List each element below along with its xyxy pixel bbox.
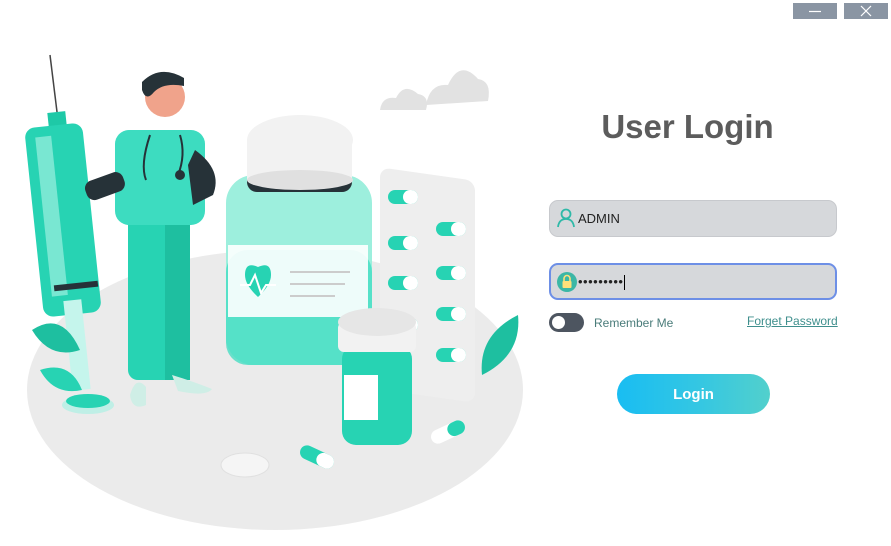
medical-illustration (25, 54, 523, 530)
login-button[interactable]: Login (617, 374, 770, 414)
minimize-icon (809, 10, 821, 13)
close-button[interactable] (844, 3, 888, 19)
toggle-knob (552, 316, 565, 329)
lock-icon (557, 272, 577, 292)
page-title: User Login (601, 108, 774, 145)
clouds (380, 70, 489, 110)
minimize-button[interactable] (793, 3, 837, 19)
username-value: ADMIN (578, 211, 620, 226)
small-pill-bottle (338, 308, 416, 445)
password-field[interactable]: ••••••••• (549, 263, 837, 300)
remember-me-toggle[interactable] (549, 313, 584, 332)
remember-me-label: Remember Me (594, 316, 674, 330)
password-value: ••••••••• (578, 274, 626, 291)
forget-password-link[interactable]: Forget Password (747, 314, 838, 328)
username-field[interactable]: ADMIN (549, 200, 837, 237)
text-caret (624, 275, 626, 291)
close-icon (860, 5, 872, 17)
user-icon (557, 208, 575, 228)
